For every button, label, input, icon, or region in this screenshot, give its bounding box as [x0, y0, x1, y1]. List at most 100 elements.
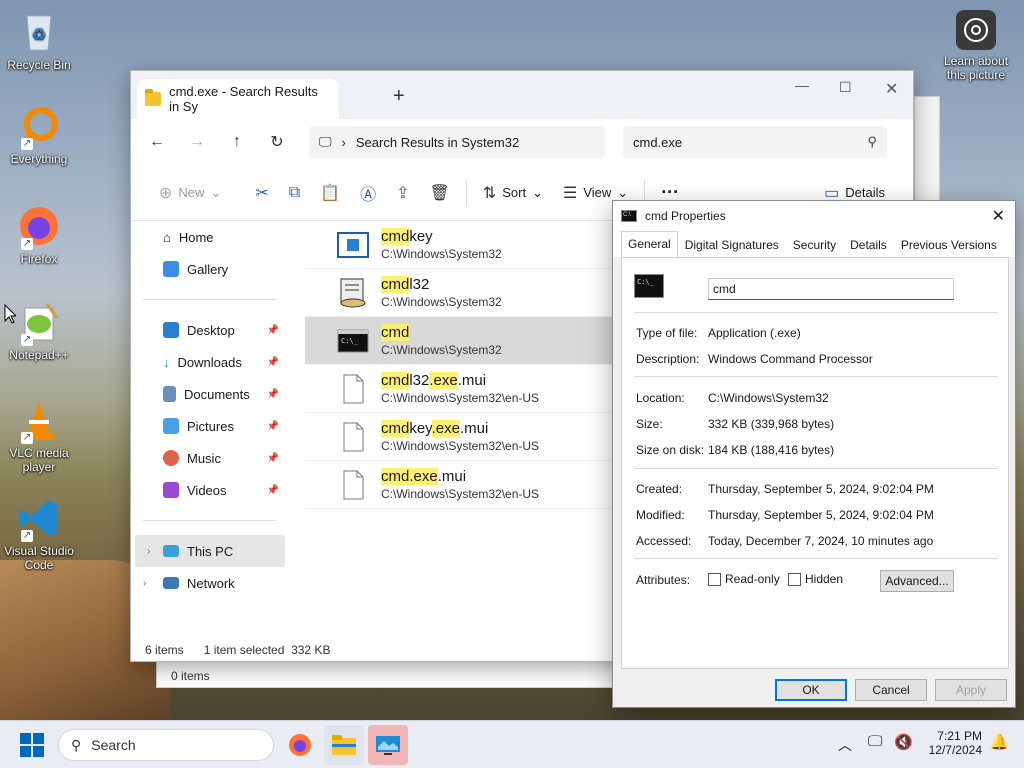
forward-button[interactable]: → — [183, 128, 211, 156]
tab-digital-signatures[interactable]: Digital Signatures — [678, 233, 786, 257]
desktop-icon-label: VLC media player — [9, 446, 69, 474]
readonly-checkbox[interactable]: Read-only — [708, 572, 780, 587]
network-icon[interactable]: 🖵 — [868, 733, 882, 750]
new-tab-button[interactable]: + — [393, 85, 405, 108]
pin-icon[interactable]: 📌 — [267, 325, 279, 336]
taskbar-remote-app[interactable] — [368, 725, 408, 765]
ok-button[interactable]: OK — [775, 679, 847, 701]
shortcut-arrow-icon: ↗ — [21, 334, 33, 346]
apply-button[interactable]: Apply — [935, 679, 1007, 701]
taskbar-file-explorer[interactable] — [324, 725, 364, 765]
pin-icon[interactable]: 📌 — [267, 485, 279, 496]
tab-search-results[interactable]: cmd.exe - Search Results in Sy — [137, 79, 339, 119]
rename-button[interactable]: Ⓐ — [350, 177, 386, 209]
minimize-button[interactable]: — — [795, 77, 809, 93]
sidebar-item-videos[interactable]: Videos 📌 — [131, 474, 289, 506]
sidebar-item-music[interactable]: Music 📌 — [131, 442, 289, 474]
pictures-icon — [163, 418, 179, 434]
desktop-icon-vscode[interactable]: ↗ Visual Studio Code — [3, 496, 75, 572]
hidden-checkbox[interactable]: Hidden — [788, 572, 843, 587]
generic-file-icon — [337, 469, 369, 501]
desktop-folder-icon — [163, 322, 179, 338]
tab-previous-versions[interactable]: Previous Versions — [894, 233, 1004, 257]
chevron-right-icon[interactable]: › — [143, 578, 146, 589]
chevron-right-icon[interactable]: › — [147, 546, 150, 557]
sidebar-item-pictures[interactable]: Pictures 📌 — [131, 410, 289, 442]
paste-button[interactable]: 📋 — [310, 177, 350, 209]
copy-button[interactable]: ⧉ — [279, 177, 310, 209]
sidebar-item-home[interactable]: ⌂ Home — [131, 221, 289, 253]
taskbar-search[interactable]: ⚲ Search — [58, 729, 274, 761]
sidebar-item-network[interactable]: › Network — [131, 567, 289, 599]
dialog-close-button[interactable]: ✕ — [992, 206, 1005, 226]
sidebar-label: Network — [187, 575, 235, 591]
sort-button[interactable]: ⇅ Sort ⌄ — [473, 177, 553, 209]
new-button[interactable]: ⊕ New ⌄ — [149, 177, 231, 209]
chevron-up-icon[interactable]: ︿ — [838, 735, 852, 755]
details-label: Details — [845, 185, 885, 200]
refresh-button[interactable]: ↻ — [263, 128, 291, 156]
share-button[interactable]: ⇪ — [386, 177, 419, 209]
type-value: Application (.exe) — [708, 326, 801, 340]
sidebar-item-desktop[interactable]: Desktop 📌 — [131, 314, 289, 346]
pin-icon[interactable]: 📌 — [267, 357, 279, 368]
attributes-label: Attributes: — [636, 573, 691, 587]
cmdl32-app-icon — [337, 277, 369, 309]
tab-details[interactable]: Details — [843, 233, 894, 257]
file-name: cmdkey.exe.mui — [381, 420, 489, 437]
command-prompt-icon: C:\ — [621, 210, 637, 222]
tab-security[interactable]: Security — [786, 233, 843, 257]
volume-muted-icon[interactable]: 🔇 — [894, 733, 913, 751]
plus-circle-icon: ⊕ — [159, 184, 173, 202]
notification-bell-icon[interactable]: 🔔 — [990, 733, 1009, 751]
sidebar-item-gallery[interactable]: Gallery — [131, 253, 289, 285]
cancel-button[interactable]: Cancel — [855, 679, 927, 701]
folder-icon — [145, 89, 162, 106]
list-item[interactable]: cmdl32.exe.mui C:\Windows\System32\en-US — [305, 365, 615, 413]
list-item[interactable]: cmdl32 C:\Windows\System32 — [305, 269, 615, 317]
sidebar-item-this-pc[interactable]: › This PC — [135, 535, 285, 567]
tab-general[interactable]: General — [621, 231, 678, 257]
close-button[interactable]: ✕ — [885, 79, 898, 99]
sidebar-item-downloads[interactable]: ↓ Downloads 📌 — [131, 346, 289, 378]
pin-icon[interactable]: 📌 — [267, 453, 279, 464]
desktop-icon-recycle-bin[interactable]: ♻ Recycle Bin — [3, 10, 75, 72]
back-button[interactable]: ← — [143, 128, 171, 156]
list-item[interactable]: cmdkey.exe.mui C:\Windows\System32\en-US — [305, 413, 615, 461]
list-item-selected[interactable]: C:\_ cmd C:\Windows\System32 — [305, 317, 615, 365]
search-input[interactable]: cmd.exe ⚲ — [623, 126, 887, 158]
desktop-icon-firefox[interactable]: ↗ Firefox — [3, 204, 75, 266]
advanced-button[interactable]: Advanced... — [880, 570, 954, 592]
up-button[interactable]: ↑ — [223, 128, 251, 156]
command-prompt-icon: C:\_ — [337, 325, 369, 357]
desktop-icon-vlc[interactable]: ↗ VLC media player — [3, 398, 75, 474]
file-name: cmd — [381, 324, 410, 341]
general-tab-panel: C:\_ cmd Type of file: Application (.exe… — [621, 257, 1009, 669]
file-path: C:\Windows\System32\en-US — [381, 439, 540, 453]
clock[interactable]: 7:21 PM 12/7/2024 — [924, 729, 982, 757]
file-path: C:\Windows\System32 — [381, 247, 502, 261]
clock-date: 12/7/2024 — [928, 743, 982, 757]
folder-icon — [332, 735, 356, 755]
address-bar[interactable]: 🖵 › Search Results in System32 — [309, 126, 605, 158]
generic-file-icon — [337, 373, 369, 405]
shortcut-arrow-icon: ↗ — [21, 530, 33, 542]
maximize-button[interactable]: ☐ — [839, 79, 852, 96]
pin-icon[interactable]: 📌 — [267, 421, 279, 432]
taskbar-firefox[interactable] — [280, 725, 320, 765]
list-item[interactable]: cmd.exe.mui C:\Windows\System32\en-US — [305, 461, 615, 509]
pin-icon[interactable]: 📌 — [267, 389, 279, 400]
start-button[interactable] — [20, 733, 44, 757]
desktop-icon-everything[interactable]: ↗ Everything — [3, 104, 75, 166]
tab-title: cmd.exe - Search Results in Sy — [169, 84, 318, 114]
desktop-icon-learn-about-picture[interactable]: Learn about this picture — [938, 10, 1014, 82]
shortcut-arrow-icon: ↗ — [21, 138, 33, 150]
sidebar-item-documents[interactable]: Documents 📌 — [131, 378, 289, 410]
cut-button[interactable]: ✂ — [245, 177, 278, 209]
notepadpp-icon: ↗ — [17, 300, 61, 346]
delete-button[interactable]: 🗑 — [420, 177, 460, 209]
learn-label: Learn about this picture — [943, 54, 1009, 82]
status-bar: 6 items 1 item selected 332 KB — [145, 643, 330, 657]
list-item[interactable]: cmdkey C:\Windows\System32 — [305, 221, 615, 269]
file-name-field[interactable]: cmd — [708, 278, 954, 300]
